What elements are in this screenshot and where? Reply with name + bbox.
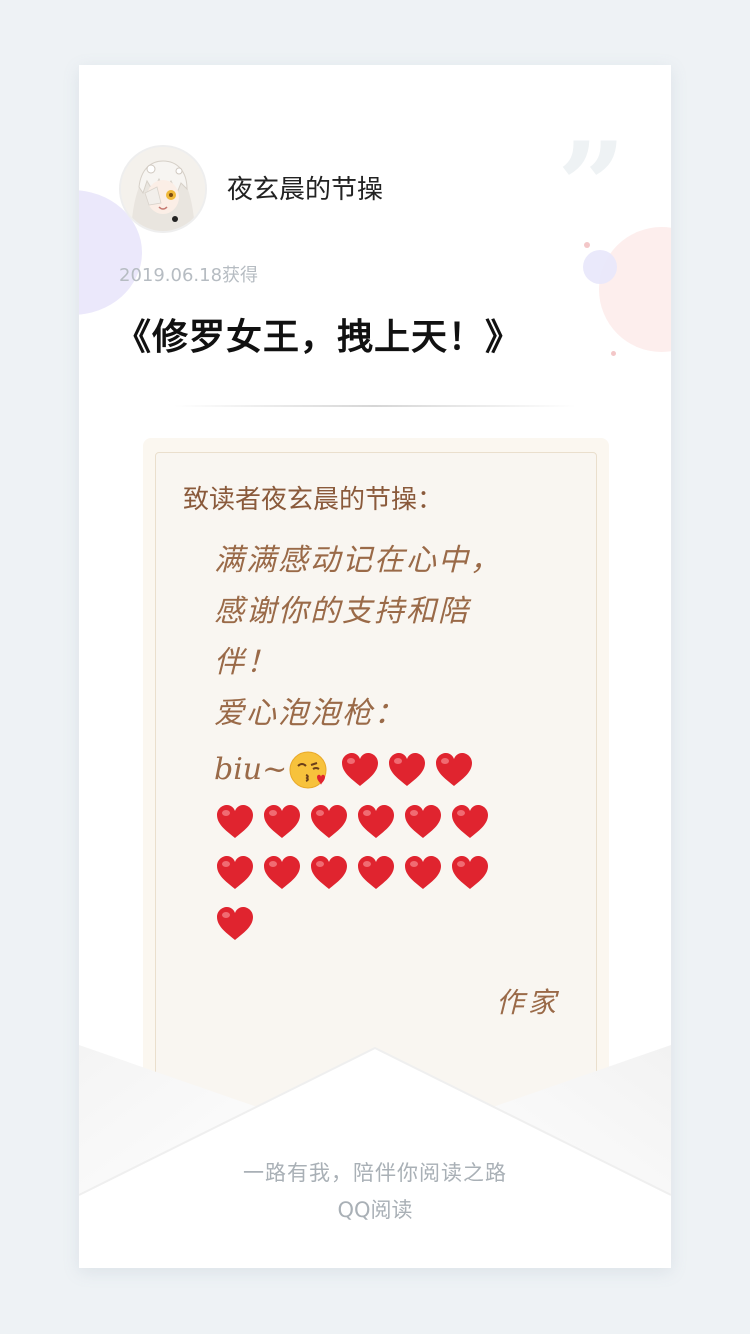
- date-obtained: 2019.06.18获得: [119, 265, 259, 286]
- footer-slogan: 一路有我，陪伴你阅读之路: [243, 1161, 507, 1185]
- certificate-card: ” 夜玄晨的节操 2019.06.18获得 《修罗女王，拽上天！》 致读者夜玄晨…: [79, 65, 671, 1268]
- avatar-image: [121, 147, 205, 231]
- letter-greeting: 致读者夜玄晨的节操：: [183, 485, 444, 515]
- heart-icon: [342, 752, 379, 786]
- quote-mark-icon: ”: [557, 116, 627, 257]
- book-title: 《修罗女王，拽上天！》: [115, 317, 523, 358]
- heart-icon: [311, 855, 347, 889]
- letter-message: 满满感动记在心中， 感谢你的支持和陪 伴！ 爱心泡泡枪：: [214, 543, 502, 731]
- letter-signature: 作家: [496, 986, 561, 1019]
- heart-icon: [452, 855, 488, 889]
- heart-icon: [358, 855, 394, 889]
- heart-icon: [264, 855, 300, 889]
- heart-icon: [358, 804, 394, 838]
- heart-icon: [217, 906, 253, 940]
- kiss-emoji-icon: [289, 751, 327, 788]
- avatar[interactable]: [119, 145, 207, 233]
- biu-text: biu~: [214, 752, 288, 787]
- heart-icon: [405, 855, 441, 889]
- divider: [174, 405, 576, 407]
- username: 夜玄晨的节操: [227, 175, 384, 205]
- heart-icon: [264, 804, 300, 838]
- heart-icon: [311, 804, 347, 838]
- decorative-dot: [611, 351, 616, 356]
- heart-icon: [452, 804, 488, 838]
- heart-icon: [217, 804, 253, 838]
- heart-icon: [217, 855, 253, 889]
- letter-border: 致读者夜玄晨的节操： 满满感动记在心中， 感谢你的支持和陪 伴！ 爱心泡泡枪： …: [155, 452, 597, 1134]
- heart-icon: [436, 752, 473, 786]
- heart-icon: [389, 752, 426, 786]
- footer-brand: QQ阅读: [337, 1198, 413, 1222]
- heart-icon: [405, 804, 441, 838]
- letter-panel: 致读者夜玄晨的节操： 满满感动记在心中， 感谢你的支持和陪 伴！ 爱心泡泡枪： …: [143, 438, 609, 1138]
- hearts-area: biu~: [214, 743, 514, 948]
